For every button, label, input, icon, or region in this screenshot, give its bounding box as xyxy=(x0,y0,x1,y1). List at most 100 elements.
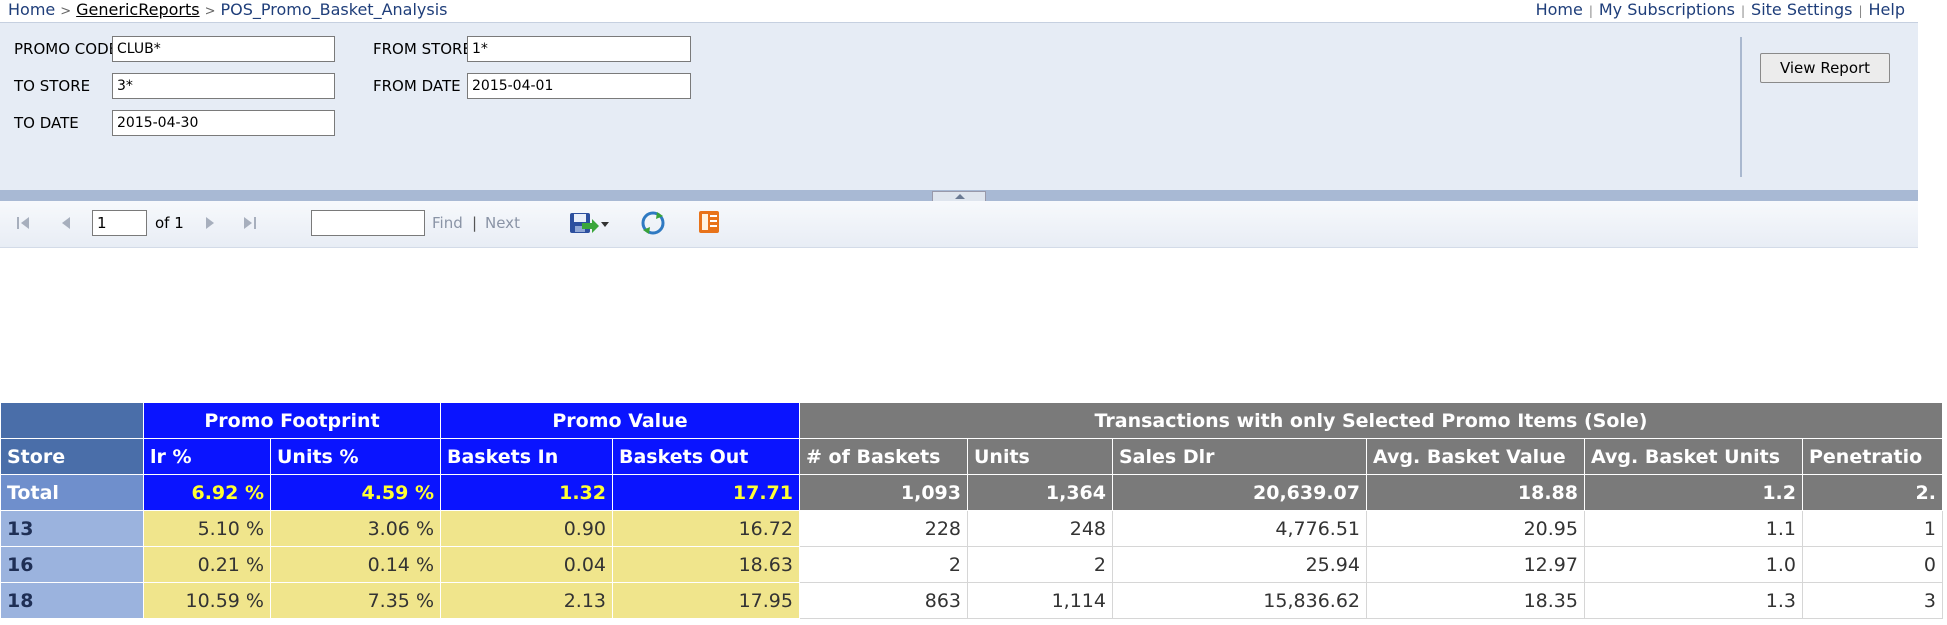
table-cell: 2 xyxy=(967,546,1113,583)
to-date-label: TO DATE xyxy=(14,114,79,132)
to-store-input[interactable] xyxy=(112,73,335,99)
link-divider: | xyxy=(1740,4,1746,18)
table-cell: 6.92 % xyxy=(143,474,271,511)
table-cell: 0.90 xyxy=(440,510,613,547)
table-cell: 863 xyxy=(799,582,968,619)
from-date-input[interactable] xyxy=(467,73,691,99)
table-cell: 1 xyxy=(1802,510,1943,547)
table-cell: 12.97 xyxy=(1366,546,1585,583)
promo-footprint-header: Promo Footprint xyxy=(143,402,441,439)
table-cell: 0.04 xyxy=(440,546,613,583)
panel-divider xyxy=(1740,37,1742,177)
column-header: Avg. Basket Value xyxy=(1366,438,1585,475)
table-row: 16 0.21 % 0.14 % 0.04 18.63 2 2 25.94 12… xyxy=(0,546,1943,583)
home-link[interactable]: Home xyxy=(1536,0,1583,19)
column-header: Sales Dlr xyxy=(1112,438,1367,475)
table-cell: 17.71 xyxy=(612,474,800,511)
find-text-input[interactable] xyxy=(311,210,425,236)
sole-transactions-header: Transactions with only Selected Promo It… xyxy=(799,402,1943,439)
table-cell: 1.3 xyxy=(1584,582,1803,619)
column-header: lr % xyxy=(143,438,271,475)
table-row: 18 10.59 % 7.35 % 2.13 17.95 863 1,114 1… xyxy=(0,582,1943,619)
table-cell: 2.13 xyxy=(440,582,613,619)
next-page-icon[interactable] xyxy=(202,214,218,236)
column-header: Avg. Basket Units xyxy=(1584,438,1803,475)
table-cell: 4,776.51 xyxy=(1112,510,1367,547)
my-subscriptions-link[interactable]: My Subscriptions xyxy=(1599,0,1735,19)
table-cell: 1.1 xyxy=(1584,510,1803,547)
table-cell: 18.35 xyxy=(1366,582,1585,619)
table-cell: 18.63 xyxy=(612,546,800,583)
last-page-icon[interactable] xyxy=(241,214,259,236)
table-cell: 18.88 xyxy=(1366,474,1585,511)
from-date-label: FROM DATE xyxy=(373,77,461,95)
table-cell: 0 xyxy=(1802,546,1943,583)
table-cell: 13 xyxy=(0,510,144,547)
table-cell: 20.95 xyxy=(1366,510,1585,547)
breadcrumb-separator: > xyxy=(60,4,72,19)
link-divider: | xyxy=(1858,4,1863,18)
breadcrumb: Home > GenericReports > POS_Promo_Basket_Ana… xyxy=(8,0,448,19)
column-header: Baskets Out xyxy=(612,438,800,475)
breadcrumb-folder-link[interactable]: GenericReports xyxy=(76,0,199,19)
page-count: of 1 xyxy=(155,214,184,232)
store-group-header xyxy=(0,402,144,439)
promo-value-header: Promo Value xyxy=(440,402,800,439)
column-header: Store xyxy=(0,438,144,475)
promo-code-input[interactable] xyxy=(112,36,335,62)
promo-code-label: PROMO CODE xyxy=(14,40,119,58)
table-cell: 25.94 xyxy=(1112,546,1367,583)
table-cell: 18 xyxy=(0,582,144,619)
print-layout-icon[interactable] xyxy=(698,210,720,238)
top-bar: Home > GenericReports > POS_Promo_Basket_Ana… xyxy=(0,0,1947,22)
parameter-splitter[interactable] xyxy=(0,190,1918,201)
breadcrumb-separator: > xyxy=(204,4,216,19)
column-header-row: Store lr % Units % Baskets In Baskets Ou… xyxy=(0,438,1943,475)
top-links: Home | My Subscriptions | Site Settings | Help xyxy=(1536,0,1905,19)
find-divider: | xyxy=(472,214,478,232)
column-header: Baskets In xyxy=(440,438,613,475)
table-cell: 2. xyxy=(1802,474,1943,511)
site-settings-link[interactable]: Site Settings xyxy=(1751,0,1852,19)
page-number-input[interactable] xyxy=(92,210,147,236)
table-cell: 15,836.62 xyxy=(1112,582,1367,619)
link-divider: | xyxy=(1588,4,1593,18)
table-cell: 1,114 xyxy=(967,582,1113,619)
column-header: Penetratio xyxy=(1802,438,1943,475)
refresh-icon[interactable] xyxy=(640,210,666,240)
table-cell: 248 xyxy=(967,510,1113,547)
table-cell: 4.59 % xyxy=(270,474,441,511)
table-cell: 1,364 xyxy=(967,474,1113,511)
table-cell: 1.32 xyxy=(440,474,613,511)
view-report-button[interactable]: View Report xyxy=(1760,53,1890,83)
column-header: Units % xyxy=(270,438,441,475)
first-page-icon[interactable] xyxy=(14,214,32,236)
export-save-icon[interactable] xyxy=(568,209,610,241)
breadcrumb-report: POS_Promo_Basket_Analysis xyxy=(220,0,448,19)
report-toolbar: of 1 Find | Next xyxy=(0,201,1918,248)
previous-page-icon[interactable] xyxy=(58,214,74,236)
table-cell: 10.59 % xyxy=(143,582,271,619)
group-header-row: Promo Footprint Promo Value Transactions… xyxy=(0,402,1943,439)
table-cell: 3 xyxy=(1802,582,1943,619)
column-header: # of Baskets xyxy=(799,438,968,475)
find-next-link[interactable]: Next xyxy=(485,214,520,232)
from-store-input[interactable] xyxy=(467,36,691,62)
breadcrumb-home-link[interactable]: Home xyxy=(8,0,55,19)
table-cell: 2 xyxy=(799,546,968,583)
column-header: Units xyxy=(967,438,1113,475)
table-row: 13 5.10 % 3.06 % 0.90 16.72 228 248 4,77… xyxy=(0,510,1943,547)
help-link[interactable]: Help xyxy=(1869,0,1905,19)
table-cell: 1.0 xyxy=(1584,546,1803,583)
total-row: Total 6.92 % 4.59 % 1.32 17.71 1,093 1,3… xyxy=(0,474,1943,511)
table-cell: 7.35 % xyxy=(270,582,441,619)
table-cell: 1,093 xyxy=(799,474,968,511)
table-cell: Total xyxy=(0,474,144,511)
find-link[interactable]: Find xyxy=(432,214,463,232)
table-cell: 0.14 % xyxy=(270,546,441,583)
report-table: Promo Footprint Promo Value Transactions… xyxy=(0,402,1943,619)
to-store-label: TO STORE xyxy=(14,77,91,95)
collapse-handle-icon[interactable] xyxy=(932,191,986,201)
table-cell: 3.06 % xyxy=(270,510,441,547)
to-date-input[interactable] xyxy=(112,110,335,136)
